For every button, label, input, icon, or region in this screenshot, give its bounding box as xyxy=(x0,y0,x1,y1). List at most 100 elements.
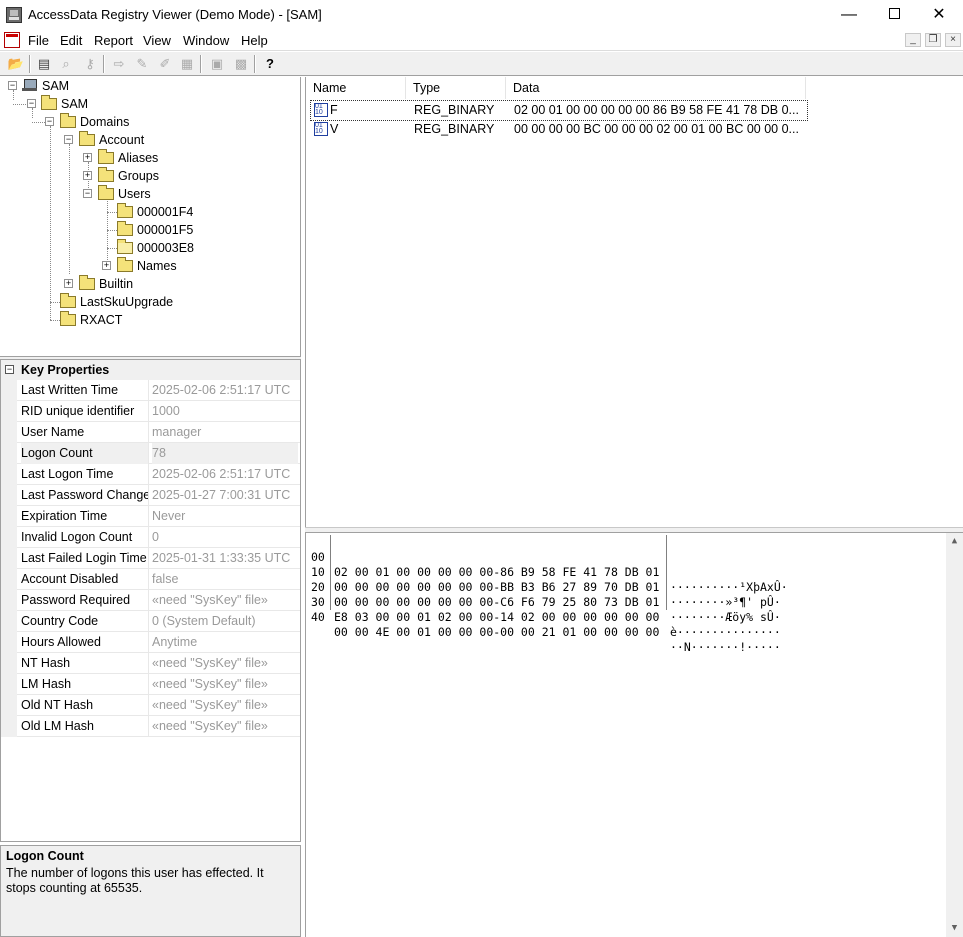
tree-node-builtin[interactable]: Builtin xyxy=(79,274,133,293)
tree-node-names[interactable]: Names xyxy=(117,256,177,275)
property-name: Last Password Change Time xyxy=(21,485,149,506)
collapse-button[interactable]: − xyxy=(5,365,14,374)
property-row[interactable]: Last Password Change Time2025-01-27 7:00… xyxy=(1,485,300,506)
menu-view[interactable]: View xyxy=(143,33,171,48)
edit-icon[interactable]: ✎ xyxy=(133,55,151,73)
toolbar-separator xyxy=(29,55,31,73)
column-header-type[interactable]: Type xyxy=(406,77,506,99)
maximize-button[interactable] xyxy=(871,0,917,30)
tree-node-domains[interactable]: Domains xyxy=(60,112,129,131)
mdi-restore-button[interactable]: ❐ xyxy=(925,33,941,47)
properties-header[interactable]: − Key Properties xyxy=(1,360,300,380)
menu-file[interactable]: File xyxy=(28,33,49,48)
help-icon[interactable]: ? xyxy=(261,55,279,73)
menu-report[interactable]: Report xyxy=(94,33,133,48)
tree-node-000001f4[interactable]: 000001F4 xyxy=(117,202,193,221)
value-data: 02 00 01 00 00 00 00 00 86 B9 58 FE 41 7… xyxy=(514,103,799,117)
key-properties-grid[interactable]: − Key Properties Last Written Time 2025-0… xyxy=(0,359,301,842)
close-button[interactable]: ✕ xyxy=(916,0,962,30)
mdi-close-button[interactable]: × xyxy=(945,33,961,47)
menu-help[interactable]: Help xyxy=(241,33,268,48)
expand-button[interactable]: + xyxy=(83,171,92,180)
hex-bytes: 00 00 4E 00 01 00 00 00-00 00 21 01 00 0… xyxy=(334,625,660,639)
property-value: «need "SysKey" file» xyxy=(152,719,268,733)
document-icon[interactable] xyxy=(4,32,20,48)
collapse-button[interactable]: − xyxy=(27,99,36,108)
property-row[interactable]: User Name manager xyxy=(1,422,300,443)
tree-node-rxact[interactable]: RXACT xyxy=(60,310,122,329)
description-body: The number of logons this user has effec… xyxy=(6,866,264,895)
hex-ascii: ··N·······!····· xyxy=(670,640,781,654)
report-icon[interactable]: ▩ xyxy=(232,55,250,73)
property-value: 2025-02-06 2:51:17 UTC xyxy=(152,383,291,397)
property-name: Last Written Time xyxy=(21,380,149,401)
property-row[interactable]: Expiration Time Never xyxy=(1,506,300,527)
property-row[interactable]: Last Written Time 2025-02-06 2:51:17 UTC xyxy=(1,380,300,401)
tree-line xyxy=(107,212,117,213)
tree-node-000003e8[interactable]: 000003E8 xyxy=(117,238,194,257)
tree-node-aliases[interactable]: Aliases xyxy=(98,148,158,167)
property-row[interactable]: Country Code 0 (System Default) xyxy=(1,611,300,632)
property-row[interactable]: Invalid Logon Count 0 xyxy=(1,527,300,548)
properties-title: Key Properties xyxy=(21,363,110,377)
title-bar: AccessData Registry Viewer (Demo Mode) -… xyxy=(0,0,963,30)
tree-node-users[interactable]: Users xyxy=(98,184,151,203)
property-row[interactable]: Old NT Hash «need "SysKey" file» xyxy=(1,695,300,716)
value-name: F xyxy=(330,103,338,117)
hex-scrollbar[interactable]: ▲ ▼ xyxy=(946,533,963,937)
mdi-minimize-button[interactable]: _ xyxy=(905,33,921,47)
registry-tree[interactable]: − SAM − SAM − Domains − Account + Aliase… xyxy=(0,77,301,356)
property-row-selected[interactable]: Logon Count 78 xyxy=(1,443,300,464)
property-row[interactable]: Hours Allowed Anytime xyxy=(1,632,300,653)
property-row[interactable]: Account Disabled false xyxy=(1,569,300,590)
computer-icon xyxy=(22,79,38,92)
collapse-button[interactable]: − xyxy=(64,135,73,144)
hex-bytes: 00 00 00 00 00 00 00 00-C6 F6 79 25 80 7… xyxy=(334,595,660,609)
export-icon[interactable]: ⇨ xyxy=(110,55,128,73)
values-list[interactable]: Name Type Data 01 10 F REG_BINARY 02 00 0… xyxy=(305,77,963,527)
menu-edit[interactable]: Edit xyxy=(60,33,82,48)
menu-window[interactable]: Window xyxy=(183,33,229,48)
key-icon[interactable]: ⚷ xyxy=(81,55,99,73)
collapse-button[interactable]: − xyxy=(83,189,92,198)
open-folder-icon[interactable]: 📂 xyxy=(7,55,25,73)
property-row[interactable]: NT Hash «need "SysKey" file» xyxy=(1,653,300,674)
tree-node-account[interactable]: Account xyxy=(79,130,144,149)
property-row[interactable]: Last Logon Time 2025-02-06 2:51:17 UTC xyxy=(1,464,300,485)
report-add-icon[interactable]: ▣ xyxy=(208,55,226,73)
scroll-up-icon[interactable]: ▲ xyxy=(946,533,963,550)
tree-line xyxy=(107,248,117,249)
scroll-down-icon[interactable]: ▼ xyxy=(946,920,963,937)
edit-value-icon[interactable]: ✐ xyxy=(156,55,174,73)
tree-node-sam-root[interactable]: SAM xyxy=(22,77,69,95)
property-row[interactable]: RID unique identifier 1000 xyxy=(1,401,300,422)
tree-node-groups[interactable]: Groups xyxy=(98,166,159,185)
list-item[interactable]: 01 10 F REG_BINARY 02 00 01 00 00 00 00 0… xyxy=(310,100,808,121)
value-type: REG_BINARY xyxy=(414,103,495,117)
expand-button[interactable]: + xyxy=(83,153,92,162)
toolbar: 📂 ▤ ⌕ ⚷ ⇨ ✎ ✐ ▦ ▣ ▩ ? xyxy=(0,52,963,76)
list-item[interactable]: 01 10 V REG_BINARY 00 00 00 00 BC 00 00 0… xyxy=(311,120,807,139)
property-row[interactable]: Last Failed Login Time 2025-01-31 1:33:35… xyxy=(1,548,300,569)
collapse-button[interactable]: − xyxy=(45,117,54,126)
expand-button[interactable]: + xyxy=(102,261,111,270)
hex-divider xyxy=(666,535,667,610)
property-row[interactable]: LM Hash «need "SysKey" file» xyxy=(1,674,300,695)
find-icon[interactable]: ⌕ xyxy=(57,55,75,73)
computer-icon[interactable]: ▤ xyxy=(35,55,53,73)
tree-node-sam[interactable]: SAM xyxy=(41,94,88,113)
tree-line xyxy=(107,198,108,266)
expand-button[interactable]: + xyxy=(64,279,73,288)
property-value: 2025-01-31 1:33:35 UTC xyxy=(152,551,291,565)
clipboard-icon[interactable]: ▦ xyxy=(178,55,196,73)
property-row[interactable]: Old LM Hash «need "SysKey" file» xyxy=(1,716,300,737)
column-header-name[interactable]: Name xyxy=(306,77,406,99)
column-header-data[interactable]: Data xyxy=(506,77,806,99)
property-description: Logon Count The number of logons this us… xyxy=(0,845,301,937)
property-row[interactable]: Password Required «need "SysKey" file» xyxy=(1,590,300,611)
collapse-button[interactable]: − xyxy=(8,81,17,90)
hex-view[interactable]: 00 02 00 01 00 00 00 00 00-86 B9 58 FE 4… xyxy=(305,533,963,937)
tree-node-000001f5[interactable]: 000001F5 xyxy=(117,220,193,239)
tree-node-lastskuupgrade[interactable]: LastSkuUpgrade xyxy=(60,292,173,311)
minimize-button[interactable]: — xyxy=(826,0,872,30)
